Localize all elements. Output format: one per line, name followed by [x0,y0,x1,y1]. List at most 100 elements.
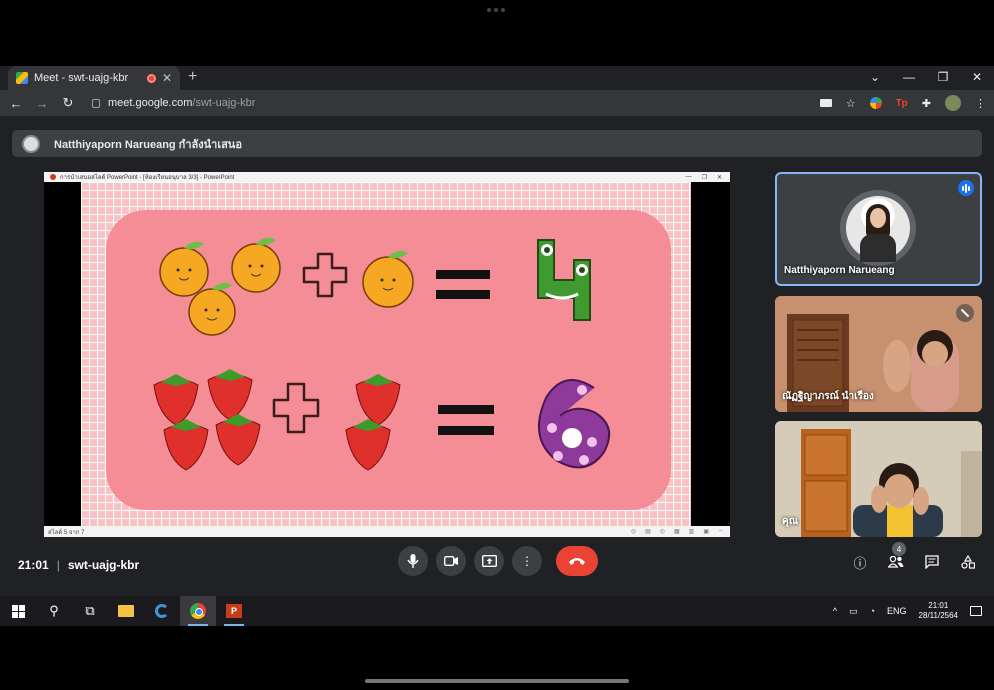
orange-icon [231,237,281,293]
shared-screen: การนำเสนอสไลด์ PowerPoint - [ห้องเรียนอน… [44,172,730,537]
url-host: meet.google.com [108,97,193,109]
star-icon[interactable]: ☆ [846,97,856,110]
file-explorer-button[interactable] [108,596,144,626]
camera-icon [444,556,458,566]
url-path: /swt-uajg-kbr [192,97,256,109]
back-arrow-icon[interactable]: ← [8,96,24,111]
chat-button[interactable] [922,552,942,572]
address-bar[interactable]: meet.google.com/swt-uajg-kbr [86,92,810,114]
slide-indicator: สไลด์ 5 จาก 7 [48,529,85,536]
meeting-code: swt-uajg-kbr [67,558,140,572]
strawberry-icon [215,414,261,466]
presenter-avatar [22,134,40,153]
activities-button[interactable] [958,552,978,572]
battery-icon[interactable]: ▭ [849,606,858,617]
kebab-menu-icon[interactable]: ⋮ [975,97,986,110]
plus-sign-2 [272,382,320,434]
number-6-character [538,379,611,469]
info-icon: ⓘ [853,555,867,571]
task-view-button[interactable]: ⧉ [72,596,108,626]
clock[interactable]: 21:01 28/11/2564 [919,601,958,621]
mic-muted-icon [956,304,974,322]
start-button[interactable] [0,596,36,626]
profile-avatar-icon[interactable] [945,95,961,111]
forward-arrow-icon[interactable]: → [34,96,50,111]
puzzle-icon[interactable]: ✚ [922,97,931,110]
tab-search-icon[interactable]: ⌄ [858,66,892,90]
camera-button[interactable] [436,546,466,576]
edge-button[interactable] [144,596,180,626]
participant-tile[interactable]: คุณ [775,421,982,537]
participant-tile[interactable]: ณัฏฐิญาภรณ์ นำเรือง [775,296,982,412]
activities-icon [961,555,975,569]
chat-icon [925,555,939,569]
math-slide-graphic [153,237,611,471]
recording-indicator-icon [146,73,156,83]
toolbar: ← → ↻ meet.google.com/swt-uajg-kbr ☆ Tp … [0,90,994,116]
strawberry-icon [163,419,209,471]
minimize-button[interactable]: — [892,66,926,90]
powerpoint-taskbar-button[interactable]: P [216,596,252,626]
notifications-icon[interactable] [970,606,982,616]
microphone-button[interactable] [398,546,428,576]
google-extension-icon[interactable] [869,97,882,109]
powerpoint-titlebar: การนำเสนอสไลด์ PowerPoint - [ห้องเรียนอน… [44,172,730,182]
powerpoint-window-title: การนำเสนอสไลด์ PowerPoint - [ห้องเรียนอน… [60,175,235,181]
leave-call-button[interactable] [556,546,598,576]
slide [81,182,691,526]
extension-tp-icon[interactable]: Tp [896,98,908,109]
avatar [840,190,916,266]
close-window-button[interactable]: ✕ [960,66,994,90]
people-icon [888,556,904,568]
wifi-icon[interactable]: ◔ [870,606,875,616]
window-controls: ⌄ — ❐ ✕ [858,66,994,90]
participant-name: Natthiyaporn Narueang [784,265,895,276]
tab-close-icon[interactable]: ✕ [162,71,172,85]
clock-time: 21:01 [928,601,949,610]
chevron-up-icon[interactable]: ^ [833,606,837,616]
language-indicator[interactable]: ENG [887,606,907,616]
search-button[interactable]: ⚲ [36,596,72,626]
separator: | [56,558,60,572]
tablet-status-dots [487,8,507,12]
meeting-details-button[interactable]: ⓘ [850,552,870,572]
participant-tile-presenter[interactable]: Natthiyaporn Narueang [775,172,982,286]
strawberry-icon [207,369,253,421]
more-vert-icon: ⋮ [521,554,533,568]
tab-title: Meet - swt-uajg-kbr [34,72,129,84]
system-tray: ^ ▭ ◔ ENG 21:01 28/11/2564 [833,601,994,621]
chrome-taskbar-button[interactable] [180,596,216,626]
people-button[interactable]: 4 [886,542,906,572]
camera-indicator-icon[interactable] [819,99,832,107]
people-count-badge: 4 [892,542,906,556]
restore-button[interactable]: ❐ [926,66,960,90]
folder-icon [118,605,134,617]
strawberry-group-right [345,374,401,471]
number-4-character [537,239,591,321]
participant-name: คุณ [782,516,798,527]
new-tab-button[interactable]: + [188,68,197,86]
search-icon: ⚲ [49,603,59,618]
task-view-icon: ⧉ [85,603,95,618]
strawberry-icon [355,374,401,426]
strawberry-group-left [153,369,261,471]
meet-favicon-icon [16,72,28,84]
tab-meet[interactable]: Meet - swt-uajg-kbr ✕ [8,66,180,90]
presenting-text: Natthiyaporn Narueang กำลังนำเสนอ [54,138,242,151]
more-options-button[interactable]: ⋮ [512,546,542,576]
powerpoint-icon: P [226,604,242,618]
orange-icon [159,241,209,297]
tab-strip: Meet - swt-uajg-kbr ✕ + ⌄ — ❐ ✕ [0,66,994,90]
extensions-area: ☆ Tp ✚ ⋮ [819,95,986,111]
present-screen-button[interactable] [474,546,504,576]
reload-icon[interactable]: ↻ [60,95,76,111]
windows-taskbar: ⚲ ⧉ P ^ ▭ ◔ ENG 21:01 28/11/2564 [0,596,994,626]
powerpoint-logo-icon [50,174,56,180]
clock-date: 28/11/2564 [918,611,958,620]
strawberry-icon [345,419,391,471]
orange-icon [362,250,414,308]
microphone-icon [407,554,419,568]
view-buttons[interactable]: ◎ ▤ ◎ ▦ ▥ ▣ ⇔ [631,528,730,535]
meeting-time: 21:01 [18,558,49,572]
meet-controls-bar: 21:01 | swt-uajg-kbr ⋮ ⓘ 4 [0,542,994,596]
